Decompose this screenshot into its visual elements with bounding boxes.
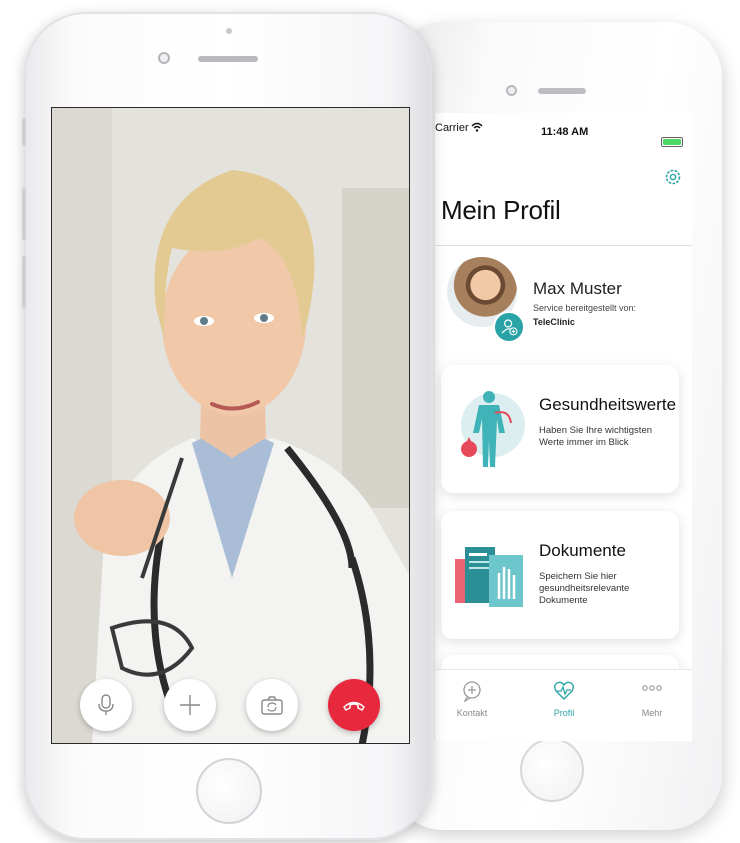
doctor-video-feed — [52, 108, 409, 743]
tab-kontakt[interactable]: Kontakt — [437, 680, 507, 732]
tab-mehr[interactable]: Mehr — [617, 680, 687, 732]
plus-icon — [180, 695, 200, 715]
title-divider — [435, 245, 692, 246]
camera-switch-icon — [261, 696, 283, 715]
card-health-description: Haben Sie Ihre wichtigsten Werte immer i… — [539, 425, 653, 448]
tab-profil[interactable]: Profil — [529, 680, 599, 732]
earpiece-speaker — [198, 56, 258, 62]
video-call-screen — [51, 107, 410, 744]
earpiece-speaker — [538, 88, 586, 94]
front-camera — [506, 85, 517, 96]
mute-switch — [22, 118, 26, 146]
tab-profil-label: Profil — [553, 708, 575, 718]
tab-mehr-label: Mehr — [641, 708, 663, 718]
carrier-label: Carrier — [435, 122, 469, 134]
health-body-illustration-icon — [461, 391, 525, 467]
volume-down-button — [22, 256, 26, 308]
proximity-sensor — [226, 28, 232, 34]
microphone-icon — [98, 694, 114, 715]
tab-kontakt-label: Kontakt — [456, 708, 488, 718]
card-documents-description: Speichern Sie hier gesundheitsrelevante … — [539, 571, 630, 606]
home-button[interactable] — [520, 738, 584, 802]
switch-camera-button[interactable] — [246, 679, 298, 731]
wifi-icon — [471, 122, 483, 132]
hang-up-icon — [343, 701, 365, 711]
service-label: Service bereitgestellt von: — [533, 303, 637, 313]
card-health-title: Gesundheitswerte — [539, 395, 677, 414]
page-title: Mein Profil — [441, 195, 561, 225]
add-person-icon[interactable] — [493, 311, 525, 343]
status-time: 11:48 AM — [541, 126, 589, 138]
tab-bar: Kontakt Profil Mehr — [435, 669, 692, 741]
service-provider: TeleClinic — [533, 317, 575, 327]
volume-up-button — [22, 188, 26, 240]
user-name: Max Muster — [533, 279, 622, 298]
home-button[interactable] — [196, 758, 262, 824]
status-bar: Carrier 11:48 AM — [435, 113, 692, 147]
avatar[interactable] — [447, 257, 525, 343]
gear-icon[interactable] — [663, 167, 683, 187]
chat-plus-icon — [463, 681, 481, 702]
card-health-values[interactable]: Gesundheitswerte Haben Sie Ihre wichtigs… — [441, 365, 679, 493]
card-documents[interactable]: Dokumente Speichern Sie hier gesundheits… — [441, 511, 679, 639]
front-camera — [158, 52, 170, 64]
heart-pulse-icon — [554, 681, 574, 700]
documents-illustration-icon — [455, 547, 523, 607]
end-call-button[interactable] — [328, 679, 380, 731]
card-documents-title: Dokumente — [539, 541, 626, 560]
profile-screen: Carrier 11:48 AM Mein Profil Max Muster … — [434, 113, 692, 741]
more-dots-icon — [642, 685, 662, 691]
microphone-button[interactable] — [80, 679, 132, 731]
add-participant-button[interactable] — [164, 679, 216, 731]
battery-icon — [661, 137, 683, 147]
